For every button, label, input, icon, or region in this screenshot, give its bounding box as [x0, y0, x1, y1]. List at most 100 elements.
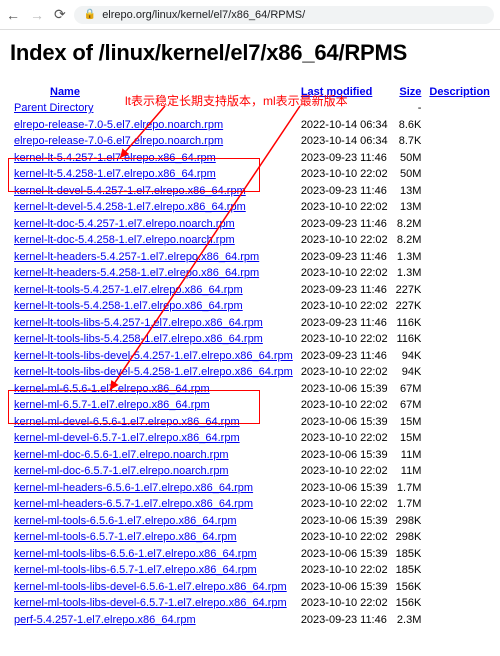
back-icon[interactable]: ← — [6, 7, 20, 23]
cell-description — [425, 183, 494, 200]
cell-modified: 2023-10-06 15:39 — [297, 447, 392, 464]
cell-size: 8.7K — [392, 133, 426, 150]
cell-size: 185K — [392, 546, 426, 563]
file-link[interactable]: kernel-ml-6.5.6-1.el7.elrepo.x86_64.rpm — [14, 383, 210, 395]
file-link[interactable]: kernel-ml-doc-6.5.6-1.el7.elrepo.noarch.… — [14, 449, 229, 461]
cell-description — [425, 546, 494, 563]
url-bar[interactable]: 🔒 elrepo.org/linux/kernel/el7/x86_64/RPM… — [74, 6, 494, 24]
table-row: kernel-lt-headers-5.4.257-1.el7.elrepo.x… — [10, 249, 494, 266]
cell-modified: 2023-10-10 22:02 — [297, 595, 392, 612]
file-link[interactable]: elrepo-release-7.0-5.el7.elrepo.noarch.r… — [14, 119, 223, 131]
cell-modified: 2023-10-10 22:02 — [297, 265, 392, 282]
file-link[interactable]: kernel-lt-5.4.258-1.el7.elrepo.x86_64.rp… — [14, 168, 216, 180]
cell-size: 94K — [392, 348, 426, 365]
cell-description — [425, 315, 494, 332]
cell-modified: 2023-10-10 22:02 — [297, 562, 392, 579]
file-link[interactable]: kernel-lt-5.4.257-1.el7.elrepo.x86_64.rp… — [14, 152, 216, 164]
file-link[interactable]: kernel-ml-tools-libs-6.5.7-1.el7.elrepo.… — [14, 564, 257, 576]
cell-description — [425, 249, 494, 266]
cell-modified — [297, 100, 392, 117]
col-last-modified[interactable]: Last modified — [297, 84, 392, 100]
table-row: kernel-lt-tools-5.4.258-1.el7.elrepo.x86… — [10, 298, 494, 315]
cell-size: 67M — [392, 381, 426, 398]
cell-size: 298K — [392, 529, 426, 546]
file-link[interactable]: kernel-ml-tools-libs-6.5.6-1.el7.elrepo.… — [14, 548, 257, 560]
file-link[interactable]: kernel-lt-headers-5.4.258-1.el7.elrepo.x… — [14, 267, 259, 279]
cell-modified: 2023-10-06 15:39 — [297, 579, 392, 596]
table-row: kernel-lt-headers-5.4.258-1.el7.elrepo.x… — [10, 265, 494, 282]
file-link[interactable]: kernel-ml-devel-6.5.7-1.el7.elrepo.x86_6… — [14, 432, 240, 444]
cell-modified: 2023-10-10 22:02 — [297, 199, 392, 216]
col-size[interactable]: Size — [392, 84, 426, 100]
file-link[interactable]: kernel-ml-6.5.7-1.el7.elrepo.x86_64.rpm — [14, 399, 210, 411]
cell-description — [425, 496, 494, 513]
cell-description — [425, 100, 494, 117]
cell-modified: 2023-09-23 11:46 — [297, 249, 392, 266]
cell-size: 94K — [392, 364, 426, 381]
file-link[interactable]: kernel-ml-devel-6.5.6-1.el7.elrepo.x86_6… — [14, 416, 240, 428]
col-name[interactable]: Name — [10, 84, 297, 100]
cell-description — [425, 579, 494, 596]
file-link[interactable]: kernel-lt-tools-5.4.257-1.el7.elrepo.x86… — [14, 284, 243, 296]
file-link[interactable]: kernel-lt-tools-libs-5.4.257-1.el7.elrep… — [14, 317, 263, 329]
cell-description — [425, 381, 494, 398]
file-link[interactable]: kernel-ml-headers-6.5.7-1.el7.elrepo.x86… — [14, 498, 253, 510]
cell-modified: 2023-09-23 11:46 — [297, 216, 392, 233]
cell-size: 156K — [392, 595, 426, 612]
file-link[interactable]: kernel-ml-tools-libs-devel-6.5.6-1.el7.e… — [14, 581, 287, 593]
file-link[interactable]: kernel-ml-doc-6.5.7-1.el7.elrepo.noarch.… — [14, 465, 229, 477]
cell-description — [425, 480, 494, 497]
cell-modified: 2023-09-23 11:46 — [297, 282, 392, 299]
cell-size: 15M — [392, 414, 426, 431]
cell-description — [425, 364, 494, 381]
table-row: kernel-ml-6.5.7-1.el7.elrepo.x86_64.rpm 2… — [10, 397, 494, 414]
table-row: kernel-lt-doc-5.4.257-1.el7.elrepo.noarc… — [10, 216, 494, 233]
cell-description — [425, 414, 494, 431]
file-link[interactable]: kernel-ml-headers-6.5.6-1.el7.elrepo.x86… — [14, 482, 253, 494]
cell-modified: 2023-10-10 22:02 — [297, 397, 392, 414]
table-row: kernel-lt-tools-5.4.257-1.el7.elrepo.x86… — [10, 282, 494, 299]
table-row: kernel-ml-tools-6.5.6-1.el7.elrepo.x86_6… — [10, 513, 494, 530]
cell-description — [425, 595, 494, 612]
table-row: kernel-ml-tools-libs-6.5.6-1.el7.elrepo.… — [10, 546, 494, 563]
cell-modified: 2023-10-06 15:39 — [297, 513, 392, 530]
table-row: kernel-ml-6.5.6-1.el7.elrepo.x86_64.rpm2… — [10, 381, 494, 398]
file-link[interactable]: kernel-lt-devel-5.4.257-1.el7.elrepo.x86… — [14, 185, 246, 197]
cell-size: - — [392, 100, 426, 117]
refresh-icon[interactable]: ⟳ — [54, 6, 66, 23]
file-link[interactable]: kernel-lt-tools-libs-devel-5.4.257-1.el7… — [14, 350, 293, 362]
file-link[interactable]: kernel-lt-tools-libs-devel-5.4.258-1.el7… — [14, 366, 293, 378]
cell-modified: 2023-09-23 11:46 — [297, 183, 392, 200]
cell-size: 156K — [392, 579, 426, 596]
cell-size: 8.6K — [392, 117, 426, 134]
cell-size: 8.2M — [392, 232, 426, 249]
cell-modified: 2023-10-10 22:02 — [297, 430, 392, 447]
table-row: kernel-ml-tools-libs-devel-6.5.6-1.el7.e… — [10, 579, 494, 596]
file-link[interactable]: kernel-lt-doc-5.4.258-1.el7.elrepo.noarc… — [14, 234, 235, 246]
cell-size: 227K — [392, 282, 426, 299]
file-link[interactable]: kernel-lt-doc-5.4.257-1.el7.elrepo.noarc… — [14, 218, 235, 230]
url-text: elrepo.org/linux/kernel/el7/x86_64/RPMS/ — [102, 9, 305, 21]
table-row: kernel-lt-tools-libs-devel-5.4.257-1.el7… — [10, 348, 494, 365]
file-link[interactable]: kernel-ml-tools-6.5.7-1.el7.elrepo.x86_6… — [14, 531, 237, 543]
lock-icon: 🔒 — [84, 9, 96, 20]
cell-description — [425, 348, 494, 365]
col-description[interactable]: Description — [425, 84, 494, 100]
cell-size: 15M — [392, 430, 426, 447]
forward-icon[interactable]: → — [30, 7, 44, 23]
file-link[interactable]: kernel-ml-tools-libs-devel-6.5.7-1.el7.e… — [14, 597, 287, 609]
file-link[interactable]: kernel-lt-tools-5.4.258-1.el7.elrepo.x86… — [14, 300, 243, 312]
page-content: Index of /linux/kernel/el7/x86_64/RPMS l… — [0, 30, 500, 648]
cell-modified: 2023-10-10 22:02 — [297, 166, 392, 183]
file-link[interactable]: kernel-ml-tools-6.5.6-1.el7.elrepo.x86_6… — [14, 515, 237, 527]
file-link[interactable]: kernel-lt-headers-5.4.257-1.el7.elrepo.x… — [14, 251, 259, 263]
cell-modified: 2023-09-23 11:46 — [297, 150, 392, 167]
cell-modified: 2023-10-06 15:39 — [297, 546, 392, 563]
file-link[interactable]: Parent Directory — [14, 102, 93, 114]
file-link[interactable]: kernel-lt-tools-libs-5.4.258-1.el7.elrep… — [14, 333, 263, 345]
browser-chrome: ← → ⟳ 🔒 elrepo.org/linux/kernel/el7/x86_… — [0, 0, 500, 30]
table-row: kernel-lt-tools-libs-5.4.257-1.el7.elrep… — [10, 315, 494, 332]
file-link[interactable]: elrepo-release-7.0-6.el7.elrepo.noarch.r… — [14, 135, 223, 147]
file-link[interactable]: perf-5.4.257-1.el7.elrepo.x86_64.rpm — [14, 614, 196, 626]
file-link[interactable]: kernel-lt-devel-5.4.258-1.el7.elrepo.x86… — [14, 201, 246, 213]
